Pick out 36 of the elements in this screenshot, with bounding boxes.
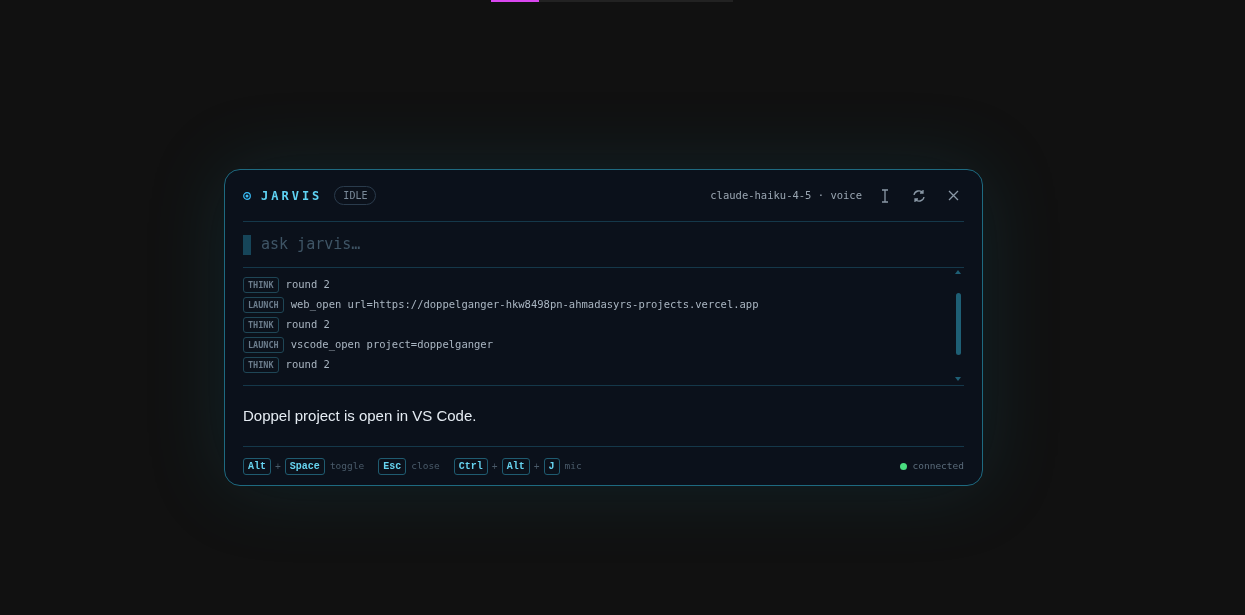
log-text: web_open url=https://doppelganger-hkw8498pn-ahmadasyrs-projects.vercel.app (290, 297, 759, 313)
key-cap: Ctrl (453, 457, 488, 475)
cursor-block (243, 234, 251, 255)
log-tag: THINK (243, 277, 279, 293)
log-tag: THINK (243, 357, 279, 373)
target-icon (243, 191, 251, 200)
key-cap: Alt (243, 457, 271, 475)
scrollbar-thumb[interactable] (955, 292, 961, 355)
log-text: round 2 (285, 277, 330, 293)
key-cap: J (543, 457, 560, 475)
log-text: round 2 (285, 317, 330, 333)
plus-sign: + (491, 459, 498, 474)
key-cap: Alt (501, 457, 530, 475)
shortcut-label: toggle (329, 458, 365, 473)
close-icon (947, 190, 959, 201)
model-label: claude-haiku-4-5 · voice (710, 187, 862, 203)
scrollbar[interactable] (954, 270, 962, 381)
log-tag: LAUNCH (243, 337, 284, 353)
plus-sign: + (533, 459, 540, 474)
shortcut-label: mic (564, 458, 582, 473)
log-text: vscode_open project=doppelganger (290, 337, 493, 353)
log-tag: THINK (243, 317, 279, 333)
log-tag: LAUNCH (243, 297, 284, 313)
key-cap: Space (284, 457, 325, 475)
scroll-down-icon[interactable] (955, 377, 961, 381)
plus-sign: + (275, 459, 281, 474)
scroll-up-icon[interactable] (955, 270, 961, 274)
log-text: round 2 (285, 357, 330, 373)
text-cursor-icon (880, 188, 890, 203)
key-cap: Esc (378, 457, 407, 475)
connection-label: connected (912, 458, 964, 473)
response-text: Doppel project is open in VS Code. (243, 405, 477, 426)
refresh-icon (912, 188, 926, 203)
shortcut-label: close (411, 458, 440, 473)
input-field[interactable]: ask jarvis… (261, 233, 964, 256)
app-title: JARVIS (261, 187, 323, 205)
